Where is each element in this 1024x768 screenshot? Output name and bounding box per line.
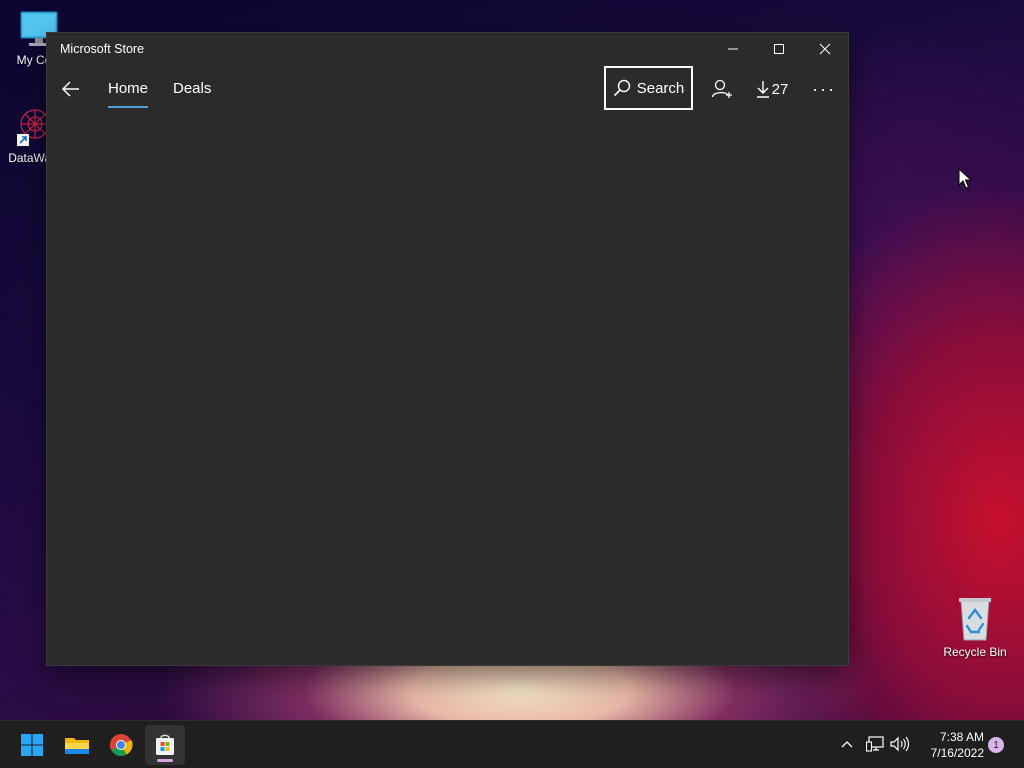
download-icon xyxy=(756,81,769,98)
close-button[interactable] xyxy=(802,33,848,65)
chevron-up-icon xyxy=(841,741,853,748)
chrome-icon xyxy=(110,734,133,756)
selected-tab-indicator xyxy=(108,106,148,108)
desktop: My Com DataWag Recycle Bin Microsoft Sto… xyxy=(0,0,1024,768)
network-button[interactable] xyxy=(864,733,886,755)
search-button-label: Search xyxy=(636,79,685,97)
desktop-icon-label: Recycle Bin xyxy=(943,645,1007,659)
show-hidden-icons-button[interactable] xyxy=(836,733,858,755)
start-button[interactable] xyxy=(12,725,52,765)
speaker-icon xyxy=(890,736,910,752)
close-icon xyxy=(819,43,831,55)
store-content-area xyxy=(47,113,848,665)
arrow-left-icon xyxy=(62,81,79,97)
tab-deals[interactable]: Deals xyxy=(173,80,211,97)
window-title: Microsoft Store xyxy=(60,42,145,56)
mouse-cursor-icon xyxy=(958,168,972,189)
taskbar-file-explorer[interactable] xyxy=(57,725,97,765)
network-icon xyxy=(866,736,884,752)
notification-badge[interactable]: 1 xyxy=(988,737,1004,753)
add-user-icon xyxy=(711,79,732,98)
system-clock[interactable]: 7:38 AM 7/16/2022 xyxy=(916,729,984,761)
more-options-button[interactable]: ··· xyxy=(804,71,844,107)
desktop-icon-recycle-bin[interactable]: Recycle Bin xyxy=(936,596,1014,659)
taskbar-chrome[interactable] xyxy=(101,725,141,765)
search-button[interactable]: Search xyxy=(604,66,693,110)
store-nav-bar: Home Deals Search 27 ··· xyxy=(47,65,848,113)
downloads-button[interactable]: 27 xyxy=(750,71,794,107)
minimize-icon xyxy=(728,48,738,50)
title-bar[interactable]: Microsoft Store xyxy=(47,33,848,65)
volume-button[interactable] xyxy=(889,733,911,755)
microsoft-store-window: Microsoft Store Home Deals Search 27 ··· xyxy=(47,33,848,665)
recycle-bin-icon xyxy=(959,598,991,641)
account-button[interactable] xyxy=(705,71,739,107)
microsoft-store-icon xyxy=(156,734,174,755)
downloads-count: 27 xyxy=(771,80,789,98)
search-icon xyxy=(613,79,630,97)
windows-logo-icon xyxy=(21,734,43,756)
active-app-indicator xyxy=(157,759,173,762)
file-explorer-icon xyxy=(65,738,89,754)
taskbar: 7:38 AM 7/16/2022 1 xyxy=(0,720,1024,768)
minimize-button[interactable] xyxy=(710,33,756,65)
ellipsis-icon: ··· xyxy=(812,78,836,99)
tab-home[interactable]: Home xyxy=(108,80,148,97)
maximize-icon xyxy=(774,44,784,54)
clock-time: 7:38 AM xyxy=(939,730,984,744)
clock-date: 7/16/2022 xyxy=(930,746,984,760)
back-button[interactable] xyxy=(53,71,89,107)
maximize-button[interactable] xyxy=(756,33,802,65)
